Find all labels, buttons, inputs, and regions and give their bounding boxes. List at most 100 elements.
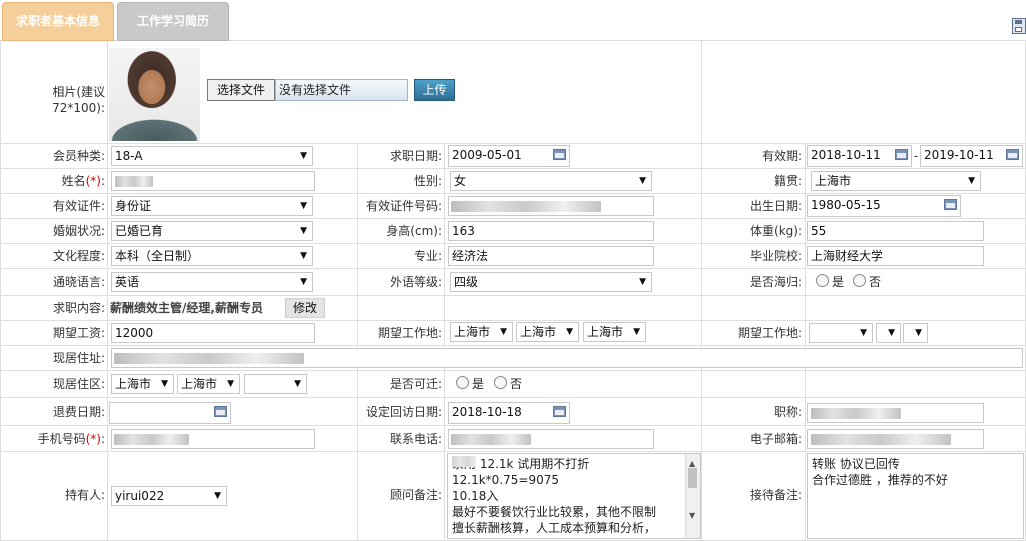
id-type-value: 身份证 bbox=[115, 199, 152, 213]
tab-work-study-resume[interactable]: 工作学习简历 bbox=[117, 2, 229, 41]
remark-line: 转账 协议已回传 bbox=[812, 457, 900, 471]
major-label: 专业: bbox=[413, 249, 442, 263]
education-select[interactable]: 本科（全日制） bbox=[111, 246, 313, 266]
expected-location-district-select[interactable]: 上海市 bbox=[583, 322, 646, 342]
school-input[interactable]: 上海财经大学 bbox=[807, 246, 984, 266]
gender-select[interactable]: 女 bbox=[450, 171, 652, 191]
radio-icon bbox=[494, 376, 507, 389]
choose-file-button[interactable]: 选择文件 bbox=[207, 79, 275, 101]
valid-to-input[interactable]: 2019-10-11 bbox=[920, 145, 1023, 167]
expected-location-city-select[interactable]: 上海市 bbox=[516, 322, 579, 342]
weight-input[interactable]: 55 bbox=[807, 221, 984, 241]
valid-period-label: 有效期: bbox=[761, 149, 802, 163]
language-level-value: 四级 bbox=[454, 275, 479, 289]
calendar-icon[interactable] bbox=[1006, 149, 1019, 160]
height-label: 身高(cm): bbox=[386, 224, 442, 238]
returnee-yes-radio[interactable]: 是 bbox=[816, 274, 844, 290]
returnee-no-radio[interactable]: 否 bbox=[853, 274, 881, 290]
apply-date-value: 2009-05-01 bbox=[452, 148, 522, 162]
save-icon[interactable] bbox=[1012, 18, 1026, 34]
job-intention-value: 薪酬绩效主管/经理,薪酬专员 bbox=[110, 301, 263, 315]
relocatable-no-radio[interactable]: 否 bbox=[494, 376, 522, 392]
reception-remarks-label: 接待备注: bbox=[749, 488, 802, 502]
radio-icon bbox=[456, 376, 469, 389]
tab-basic-info[interactable]: 求职者基本信息 bbox=[2, 2, 114, 41]
job-title-input[interactable] bbox=[807, 403, 984, 423]
id-number-input[interactable] bbox=[448, 196, 654, 216]
remark-line: 10.18入 bbox=[452, 489, 499, 503]
birth-date-value: 1980-05-15 bbox=[811, 198, 881, 212]
callback-date-value: 2018-10-18 bbox=[452, 405, 522, 419]
expected-location-2-city-select[interactable] bbox=[876, 323, 901, 343]
mobile-redacted bbox=[114, 434, 189, 445]
name-label: 姓名(*): bbox=[61, 174, 105, 188]
language-level-label: 外语等级: bbox=[389, 275, 442, 289]
upload-button[interactable]: 上传 bbox=[414, 79, 455, 101]
radio-icon bbox=[853, 274, 866, 287]
photo-label: 相片(建议72*100): bbox=[52, 85, 105, 115]
id-number-label: 有效证件号码: bbox=[365, 199, 442, 213]
reception-remarks-textarea[interactable]: 转账 协议已回传 合作过德胜 ，推荐的不好 bbox=[807, 453, 1024, 539]
calendar-icon[interactable] bbox=[895, 149, 908, 160]
education-value: 本科（全日制） bbox=[115, 249, 200, 263]
apply-date-input[interactable]: 2009-05-01 bbox=[448, 145, 570, 167]
district-value: 上海市 bbox=[587, 325, 624, 339]
relocatable-yes-radio[interactable]: 是 bbox=[456, 376, 484, 392]
email-input[interactable] bbox=[807, 429, 984, 449]
city-value: 上海市 bbox=[520, 325, 557, 339]
major-input[interactable]: 经济法 bbox=[448, 246, 654, 266]
id-type-select[interactable]: 身份证 bbox=[111, 196, 313, 216]
remark-line: 合作过德胜 ，推荐的不好 bbox=[812, 473, 948, 487]
major-value: 经济法 bbox=[452, 249, 489, 263]
marital-status-label: 婚姻状况: bbox=[52, 224, 105, 238]
name-redacted bbox=[115, 176, 153, 187]
mobile-input[interactable] bbox=[111, 429, 315, 449]
expected-location-2-district-select[interactable] bbox=[903, 323, 928, 343]
remarks-scrollbar[interactable]: ▲ ▼ bbox=[685, 454, 700, 538]
radio-icon bbox=[816, 274, 829, 287]
district-city-select[interactable]: 上海市 bbox=[177, 374, 240, 394]
birth-date-label: 出生日期: bbox=[749, 199, 802, 213]
calendar-icon[interactable] bbox=[553, 406, 566, 417]
birth-date-input[interactable]: 1980-05-15 bbox=[807, 195, 961, 217]
district-province-value: 上海市 bbox=[115, 377, 152, 391]
email-redacted bbox=[811, 434, 951, 445]
calendar-icon[interactable] bbox=[944, 199, 957, 210]
name-input[interactable] bbox=[111, 171, 315, 191]
telephone-input[interactable] bbox=[448, 429, 654, 449]
expected-location-2-province-select[interactable] bbox=[809, 323, 873, 343]
valid-from-input[interactable]: 2018-10-11 bbox=[807, 145, 912, 167]
marital-status-select[interactable]: 已婚已育 bbox=[111, 221, 313, 241]
edit-job-intention-button[interactable]: 修改 bbox=[285, 298, 325, 318]
consultant-remarks-textarea[interactable]: 录用 12.1k 试用期不打折 12.1k*0.75=9075 10.18入 最… bbox=[447, 453, 701, 539]
valid-to-value: 2019-10-11 bbox=[924, 148, 994, 162]
member-type-select[interactable]: 18-A bbox=[111, 146, 313, 166]
expected-location-province-select[interactable]: 上海市 bbox=[450, 322, 513, 342]
expected-location-label: 期望工作地: bbox=[377, 326, 442, 340]
telephone-label: 联系电话: bbox=[389, 432, 442, 446]
marital-status-value: 已婚已育 bbox=[115, 224, 164, 238]
language-select[interactable]: 英语 bbox=[111, 272, 313, 292]
owner-select[interactable]: yirui022 bbox=[111, 486, 227, 506]
height-input[interactable]: 163 bbox=[448, 221, 654, 241]
native-place-select[interactable]: 上海市 bbox=[811, 171, 981, 191]
expected-salary-value: 12000 bbox=[115, 326, 154, 340]
scroll-thumb[interactable] bbox=[688, 468, 697, 488]
district-area-select[interactable] bbox=[244, 374, 307, 394]
refund-date-input[interactable] bbox=[109, 402, 231, 424]
scroll-down-icon[interactable]: ▼ bbox=[689, 508, 695, 524]
expected-salary-input[interactable]: 12000 bbox=[111, 323, 315, 343]
address-input[interactable] bbox=[111, 348, 1023, 368]
expected-salary-label: 期望工资: bbox=[52, 326, 105, 340]
language-level-select[interactable]: 四级 bbox=[450, 272, 652, 292]
callback-date-input[interactable]: 2018-10-18 bbox=[448, 402, 570, 424]
calendar-icon[interactable] bbox=[214, 406, 227, 417]
relocatable-label: 是否可迁: bbox=[389, 377, 442, 391]
expected-location-2-label: 期望工作地: bbox=[737, 326, 802, 340]
district-province-select[interactable]: 上海市 bbox=[111, 374, 174, 394]
mobile-label: 手机号码(*): bbox=[37, 432, 105, 446]
valid-from-value: 2018-10-11 bbox=[811, 148, 881, 162]
height-value: 163 bbox=[452, 224, 475, 238]
calendar-icon[interactable] bbox=[553, 149, 566, 160]
refund-date-label: 退费日期: bbox=[52, 405, 105, 419]
